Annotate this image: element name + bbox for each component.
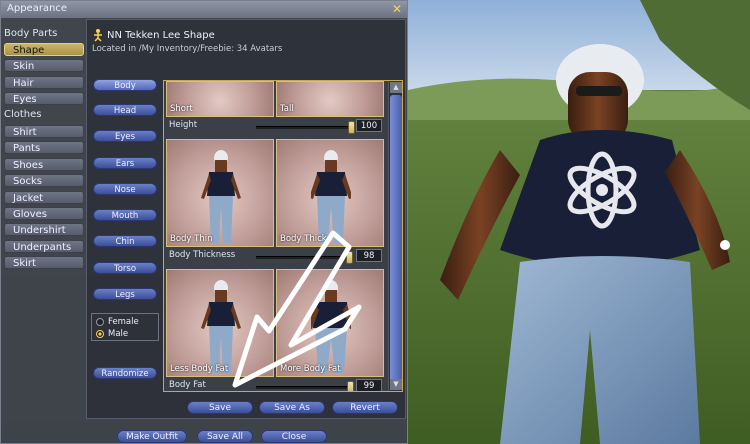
revert-button[interactable]: Revert [332,401,398,414]
radio-male-label: Male [108,329,129,339]
window-title: Appearance [7,3,68,14]
thumb-short[interactable]: Short [166,81,274,117]
sidebar-item-shirt[interactable]: Shirt [4,125,84,138]
thumb-short-label: Short [170,104,193,114]
item-name: NN Tekken Lee Shape [107,30,215,41]
tab-chin[interactable]: Chin [93,235,157,247]
radio-male-button[interactable] [96,330,104,338]
clothes-header: Clothes [4,109,42,120]
save-button[interactable]: Save [187,401,253,414]
sidebar-item-eyes[interactable]: Eyes [4,92,84,105]
sidebar-item-skin[interactable]: Skin [4,59,84,72]
close-icon[interactable]: ✕ [391,3,403,15]
window-titlebar[interactable]: Appearance ✕ [1,1,407,18]
tab-body[interactable]: Body [93,79,157,91]
randomize-button[interactable]: Randomize [93,367,157,379]
tab-head[interactable]: Head [93,104,157,116]
sidebar-item-shape[interactable]: Shape [4,43,84,56]
save-as-button[interactable]: Save As [259,401,325,414]
body-parts-header: Body Parts [4,28,58,39]
appearance-window: Appearance ✕ Body Parts Shape Skin Hair … [0,0,408,444]
radio-male[interactable]: Male [96,328,154,340]
item-location: Located in /My Inventory/Freebie: 34 Ava… [92,44,283,54]
tab-torso[interactable]: Torso [93,262,157,274]
scroll-up-arrow-icon[interactable]: ▲ [390,82,402,93]
save-all-button[interactable]: Save All [197,430,253,443]
tab-mouth[interactable]: Mouth [93,209,157,221]
sidebar-item-skirt[interactable]: Skirt [4,256,84,269]
tab-ears[interactable]: Ears [93,157,157,169]
scroll-down-arrow-icon[interactable]: ▼ [390,379,402,390]
thumb-body-thin-label: Body Thin [170,234,213,244]
tab-nose[interactable]: Nose [93,183,157,195]
sidebar-item-hair[interactable]: Hair [4,76,84,89]
radio-female-button[interactable] [96,318,104,326]
tab-legs[interactable]: Legs [93,288,157,300]
sidebar-item-pants[interactable]: Pants [4,141,84,154]
sidebar-item-undershirt[interactable]: Undershirt [4,223,84,236]
sidebar-item-underpants[interactable]: Underpants [4,240,84,253]
make-outfit-button[interactable]: Make Outfit [117,430,187,443]
tab-eyes[interactable]: Eyes [93,130,157,142]
slider-height-label: Height [169,120,198,130]
radio-female[interactable]: Female [96,316,154,328]
annotation-arrow [232,230,362,388]
slider-body-fat-label: Body Fat [169,380,206,390]
radio-female-label: Female [108,317,139,327]
close-button[interactable]: Close [261,430,327,443]
thumb-tall-label: Tall [280,104,294,114]
scrollbar-thumb[interactable] [390,95,402,385]
sex-selector: Female Male [91,313,159,341]
params-scrollbar[interactable]: ▲ ▼ [388,81,402,391]
thumb-tall[interactable]: Tall [276,81,384,117]
slider-height-knob[interactable] [348,121,355,134]
sidebar-item-gloves[interactable]: Gloves [4,207,84,220]
thumb-less-body-fat-label: Less Body Fat [170,364,229,374]
sidebar-item-socks[interactable]: Socks [4,174,84,187]
shape-icon [91,28,105,42]
sidebar-item-shoes[interactable]: Shoes [4,158,84,171]
sidebar-item-jacket[interactable]: Jacket [4,191,84,204]
slider-height-value[interactable]: 100 [356,119,382,132]
slider-height-track[interactable] [256,121,355,134]
